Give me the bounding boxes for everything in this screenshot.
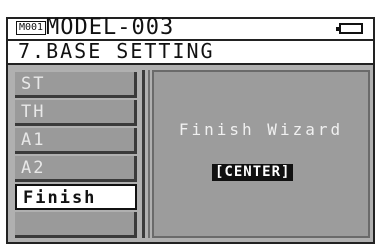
model-name: MODEL-003: [46, 15, 175, 40]
menu-divider: [142, 70, 145, 238]
page-title: 7.BASE SETTING: [18, 39, 215, 63]
center-key-hint[interactable]: [CENTER]: [212, 164, 294, 181]
menu-item-a1[interactable]: A1: [15, 128, 137, 154]
menu-item-th[interactable]: TH: [15, 100, 137, 126]
wizard-panel: Finish Wizard [CENTER]: [152, 70, 370, 238]
panel-title: Finish Wizard: [178, 120, 344, 139]
menu-item-finish[interactable]: Finish: [15, 184, 137, 210]
menu-item-empty: [15, 212, 137, 238]
screen-header: M001 MODEL-003 7.BASE SETTING: [6, 15, 375, 65]
menu-divider-shadow: [148, 70, 150, 238]
battery-icon: [336, 23, 363, 34]
radio-lcd-screen: M001 MODEL-003 7.BASE SETTING ST TH A1 A…: [0, 0, 382, 250]
menu-item-a2[interactable]: A2: [15, 156, 137, 182]
model-number-badge: M001: [16, 21, 47, 35]
wizard-step-menu: ST TH A1 A2 Finish: [15, 72, 140, 238]
menu-item-st[interactable]: ST: [15, 72, 137, 98]
